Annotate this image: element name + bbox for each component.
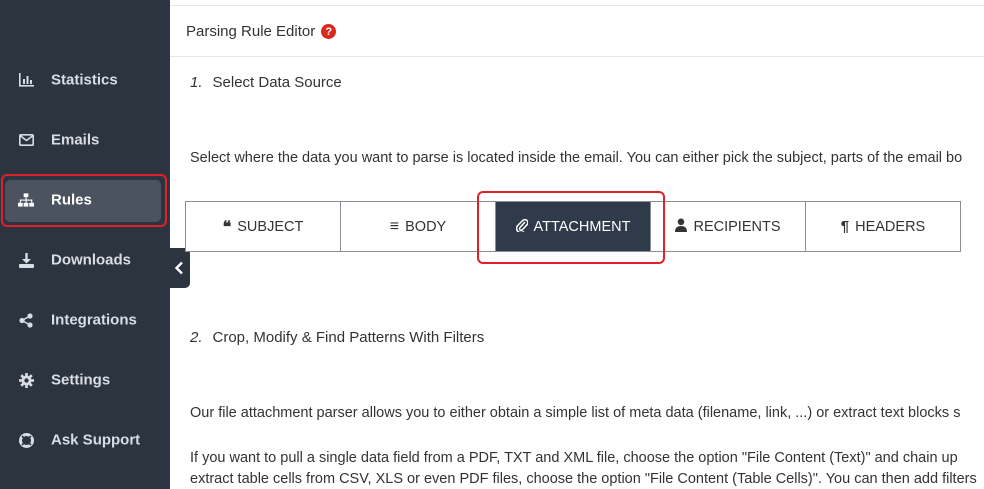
- share-icon: [18, 312, 34, 328]
- sidebar-item-label: Downloads: [51, 251, 132, 269]
- tab-label: SUBJECT: [237, 218, 304, 235]
- align-left-icon: ≡: [389, 217, 400, 235]
- page-title-text: Parsing Rule Editor: [186, 23, 316, 40]
- tab-label: BODY: [405, 218, 447, 235]
- sidebar-item-label: Statistics: [51, 71, 118, 89]
- sidebar-collapse-button[interactable]: [168, 248, 190, 288]
- step-number: 2.: [190, 329, 203, 346]
- tab-subject[interactable]: ❝ SUBJECT: [186, 202, 341, 251]
- download-icon: [18, 252, 34, 268]
- step-2-paragraph-1: Our file attachment parser allows you to…: [190, 405, 961, 421]
- sidebar-item-ask-support[interactable]: Ask Support: [0, 418, 170, 462]
- sidebar-item-statistics[interactable]: Statistics: [0, 58, 170, 102]
- gear-icon: [18, 372, 34, 388]
- tab-label: RECIPIENTS: [693, 218, 781, 235]
- sidebar-item-label: Emails: [51, 131, 100, 149]
- sidebar-item-label: Ask Support: [51, 431, 141, 449]
- user-icon: [675, 218, 688, 236]
- step-1-heading: 1. Select Data Source: [190, 74, 342, 91]
- sidebar-item-settings[interactable]: Settings: [0, 358, 170, 402]
- envelope-icon: [18, 132, 34, 148]
- tab-label: HEADERS: [855, 218, 926, 235]
- step-label: Crop, Modify & Find Patterns With Filter…: [212, 329, 485, 346]
- step-2-paragraph-2-line-2: extract table cells from CSV, XLS or eve…: [190, 471, 977, 487]
- step-number: 1.: [190, 74, 203, 91]
- help-icon[interactable]: ?: [321, 24, 337, 39]
- sidebar-item-label: Settings: [51, 371, 111, 389]
- tab-body[interactable]: ≡ BODY: [341, 202, 496, 251]
- quote-icon: ❝: [222, 218, 232, 236]
- page-title: Parsing Rule Editor ?: [186, 23, 337, 40]
- sidebar-item-emails[interactable]: Emails: [0, 118, 170, 162]
- step-2-paragraph-2-line-1: If you want to pull a single data field …: [190, 450, 958, 466]
- sidebar: Statistics Emails Rules Downloads Integr…: [0, 0, 170, 489]
- sidebar-item-integrations[interactable]: Integrations: [0, 298, 170, 342]
- top-divider: [170, 5, 984, 6]
- step-2-heading: 2. Crop, Modify & Find Patterns With Filt…: [190, 329, 484, 346]
- sidebar-item-downloads[interactable]: Downloads: [0, 238, 170, 282]
- sidebar-item-label: Rules: [51, 191, 92, 209]
- bar-chart-icon: [18, 72, 34, 88]
- tab-headers[interactable]: ¶ HEADERS: [806, 202, 960, 251]
- sitemap-icon: [18, 192, 34, 208]
- paragraph-icon: ¶: [840, 218, 850, 235]
- chevron-left-icon: [174, 261, 183, 275]
- attachment-highlight-box: [477, 191, 665, 264]
- title-divider: [170, 56, 984, 57]
- sidebar-item-label: Integrations: [51, 311, 137, 329]
- step-1-description: Select where the data you want to parse …: [190, 150, 963, 166]
- step-label: Select Data Source: [212, 74, 342, 91]
- tab-recipients[interactable]: RECIPIENTS: [651, 202, 806, 251]
- lifebuoy-icon: [18, 432, 34, 448]
